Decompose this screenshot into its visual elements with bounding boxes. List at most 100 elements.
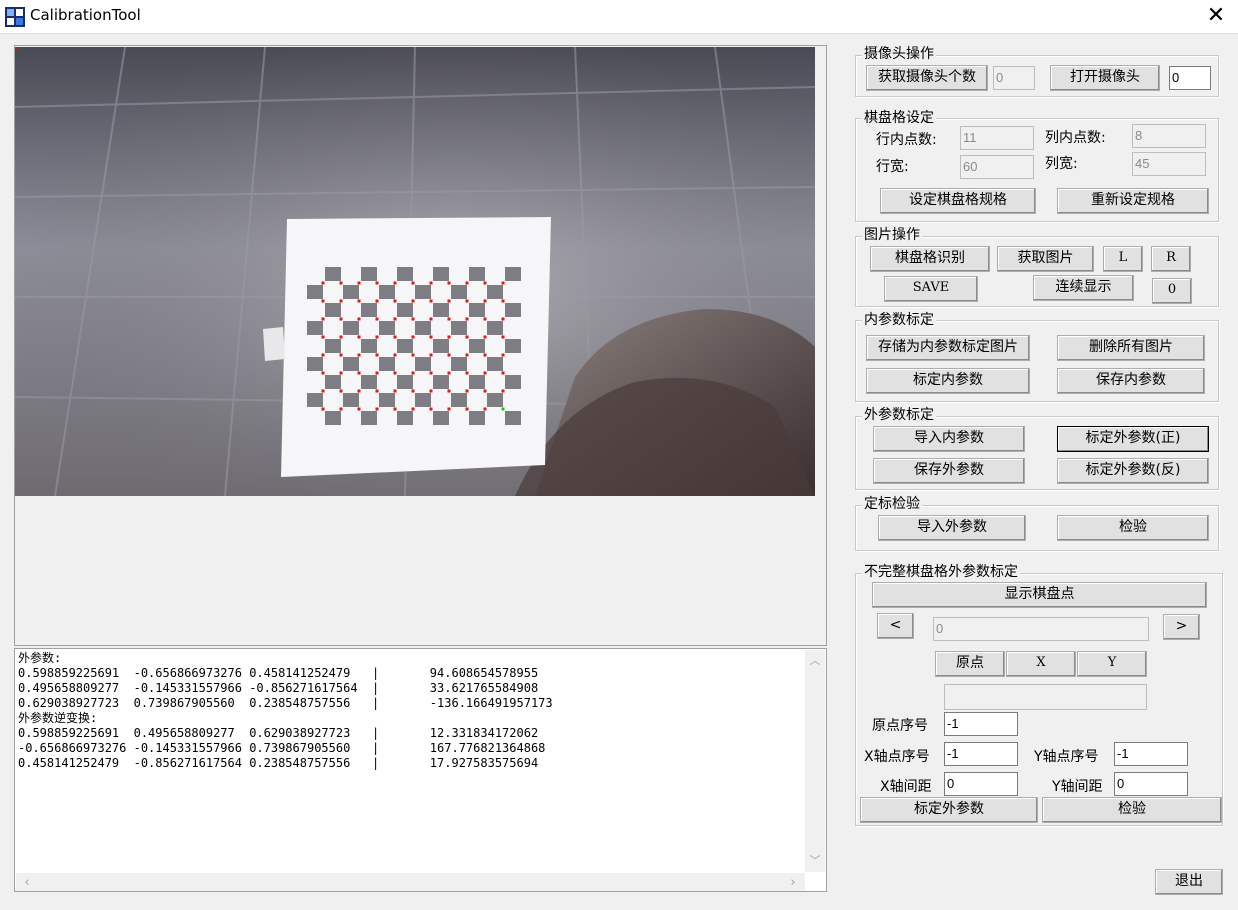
chessboard-corner-dot bbox=[501, 407, 505, 411]
horizontal-scrollbar[interactable]: ‹ › bbox=[16, 873, 805, 891]
chessboard-corner-dot bbox=[393, 281, 397, 285]
point-index-field: 0 bbox=[933, 617, 1149, 641]
show-chessboard-points-button[interactable]: 显示棋盘点 bbox=[872, 582, 1207, 608]
x-axis-index-label: X轴点序号 bbox=[864, 749, 930, 765]
row-width-label: 行宽: bbox=[876, 159, 909, 175]
incomplete-chessboard-title: 不完整棋盘格外参数标定 bbox=[862, 564, 1020, 580]
chessboard-corner-dot bbox=[339, 299, 343, 303]
chessboard-corner-dot bbox=[429, 353, 433, 357]
col-points-label: 列内点数: bbox=[1045, 130, 1106, 146]
output-line: 0.598859225691 0.495658809277 0.62903892… bbox=[18, 726, 539, 740]
set-chessboard-button[interactable]: 设定棋盘格规格 bbox=[880, 188, 1036, 214]
output-line: 0.458141252479 -0.856271617564 0.2385487… bbox=[18, 756, 539, 770]
chessboard-corner-dot bbox=[483, 281, 487, 285]
vertical-scrollbar[interactable]: ︿ ﹀ bbox=[805, 650, 825, 872]
reset-chessboard-button[interactable]: 重新设定规格 bbox=[1057, 188, 1209, 214]
calibration-verify-title: 定标检验 bbox=[862, 496, 922, 512]
delete-all-images-button[interactable]: 删除所有图片 bbox=[1057, 335, 1205, 361]
chessboard-corner-dot bbox=[429, 281, 433, 285]
calibrate-extrinsic-forward-button[interactable]: 标定外参数(正) bbox=[1057, 426, 1209, 452]
output-text-area[interactable]: 外参数: 0.598859225691 -0.656866973276 0.45… bbox=[14, 648, 827, 892]
chessboard-corner-dot bbox=[375, 353, 379, 357]
chessboard-corner-dot bbox=[411, 353, 415, 357]
close-icon[interactable]: ✕ bbox=[1195, 2, 1237, 32]
chessboard-corner-dot bbox=[375, 317, 379, 321]
import-extrinsic-button[interactable]: 导入外参数 bbox=[878, 515, 1026, 541]
set-x-axis-button[interactable]: X bbox=[1006, 651, 1076, 677]
get-camera-count-button[interactable]: 获取摄像头个数 bbox=[866, 65, 988, 91]
output-line: -0.656866973276 -0.145331557966 0.739867… bbox=[18, 741, 546, 755]
open-camera-button[interactable]: 打开摄像头 bbox=[1050, 65, 1160, 91]
x-axis-index-input[interactable]: -1 bbox=[944, 742, 1018, 766]
chessboard-corner-dot bbox=[483, 317, 487, 321]
chessboard-corner-dot bbox=[339, 407, 343, 411]
set-y-axis-button[interactable]: Y bbox=[1077, 651, 1147, 677]
chessboard-corner-dot bbox=[411, 281, 415, 285]
x-axis-spacing-label: X轴间距 bbox=[880, 779, 932, 795]
chessboard-corner-dot bbox=[465, 407, 469, 411]
image-counter-button[interactable]: 0 bbox=[1152, 278, 1192, 304]
x-axis-spacing-input[interactable]: 0 bbox=[944, 772, 1018, 796]
right-image-button[interactable]: R bbox=[1151, 246, 1191, 272]
import-intrinsic-button[interactable]: 导入内参数 bbox=[873, 426, 1025, 452]
chessboard-corner-dot bbox=[429, 389, 433, 393]
camera-index-input[interactable]: 0 bbox=[1169, 66, 1211, 90]
chessboard-corner-dot bbox=[411, 335, 415, 339]
save-image-button[interactable]: SAVE bbox=[884, 276, 978, 302]
left-image-button[interactable]: L bbox=[1103, 246, 1143, 272]
chessboard-corner-dot bbox=[339, 281, 343, 285]
chessboard-corner-dot bbox=[357, 389, 361, 393]
chessboard-corner-dot bbox=[321, 353, 325, 357]
verify-button[interactable]: 检验 bbox=[1057, 515, 1209, 541]
set-origin-button[interactable]: 原点 bbox=[935, 651, 1005, 677]
chessboard-corner-dot bbox=[447, 299, 451, 303]
calibrate-extrinsic-reverse-button[interactable]: 标定外参数(反) bbox=[1057, 458, 1209, 484]
previous-point-button[interactable]: < bbox=[877, 613, 914, 639]
chessboard-corner-dot bbox=[393, 389, 397, 393]
calibrate-extrinsic-incomplete-button[interactable]: 标定外参数 bbox=[860, 797, 1038, 823]
chessboard-corner-dot bbox=[429, 335, 433, 339]
chessboard-corner-dot bbox=[483, 299, 487, 303]
exit-button[interactable]: 退出 bbox=[1155, 869, 1223, 895]
save-extrinsic-button[interactable]: 保存外参数 bbox=[873, 458, 1025, 484]
output-line: 外参数逆变换: bbox=[18, 711, 98, 725]
chessboard-corner-dot bbox=[483, 389, 487, 393]
detect-chessboard-button[interactable]: 棋盘格识别 bbox=[870, 246, 990, 272]
scroll-right-icon[interactable]: › bbox=[786, 875, 800, 890]
chessboard-corner-dot bbox=[465, 299, 469, 303]
chessboard-corner-dot bbox=[375, 299, 379, 303]
chessboard-corner-dot bbox=[429, 317, 433, 321]
chessboard-corner-dot bbox=[321, 389, 325, 393]
scroll-up-icon[interactable]: ︿ bbox=[805, 652, 825, 668]
chessboard-corner-dot bbox=[321, 335, 325, 339]
chessboard-corner-dot bbox=[429, 371, 433, 375]
chessboard-corner-dot bbox=[465, 281, 469, 285]
chessboard-corner-dot bbox=[411, 407, 415, 411]
chessboard-corner-dot bbox=[501, 281, 505, 285]
store-intrinsic-images-button[interactable]: 存储为内参数标定图片 bbox=[866, 335, 1030, 361]
camera-count-field: 0 bbox=[993, 66, 1035, 90]
chessboard-corner-dot bbox=[357, 317, 361, 321]
chessboard-corner-dot bbox=[483, 371, 487, 375]
save-intrinsic-button[interactable]: 保存内参数 bbox=[1057, 368, 1205, 394]
chessboard-corner-dot bbox=[429, 407, 433, 411]
y-axis-spacing-input[interactable]: 0 bbox=[1114, 772, 1188, 796]
chessboard-corner-dot bbox=[411, 317, 415, 321]
output-line: 0.629038927723 0.739867905560 0.23854875… bbox=[18, 696, 553, 710]
next-point-button[interactable]: > bbox=[1163, 614, 1200, 640]
chessboard-corner-dot bbox=[375, 371, 379, 375]
chessboard-corner-dot bbox=[465, 389, 469, 393]
scroll-left-icon[interactable]: ‹ bbox=[20, 875, 34, 890]
origin-index-input[interactable]: -1 bbox=[944, 712, 1018, 736]
calibrate-intrinsic-button[interactable]: 标定内参数 bbox=[866, 368, 1030, 394]
y-axis-index-input[interactable]: -1 bbox=[1114, 742, 1188, 766]
app-icon bbox=[5, 7, 25, 27]
verify-incomplete-button[interactable]: 检验 bbox=[1042, 797, 1222, 823]
get-image-button[interactable]: 获取图片 bbox=[997, 246, 1094, 272]
chessboard-corner-dot bbox=[375, 335, 379, 339]
scroll-down-icon[interactable]: ﹀ bbox=[805, 852, 825, 868]
row-points-label: 行内点数: bbox=[876, 132, 937, 148]
chessboard-corner-dot bbox=[357, 299, 361, 303]
chessboard-corner-dot bbox=[375, 281, 379, 285]
continuous-display-button[interactable]: 连续显示 bbox=[1033, 275, 1134, 301]
